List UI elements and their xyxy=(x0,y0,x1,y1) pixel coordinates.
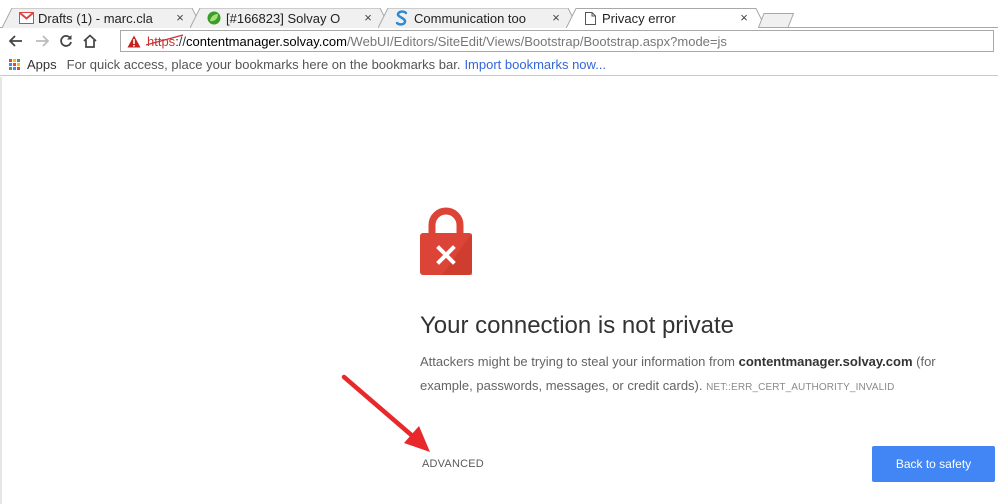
home-icon[interactable] xyxy=(80,31,100,51)
tab-gmail[interactable]: Drafts (1) - marc.cla × xyxy=(2,8,202,28)
url-scheme: https xyxy=(145,34,184,49)
tab-close-icon[interactable]: × xyxy=(362,11,374,25)
red-lock-icon xyxy=(420,207,472,275)
strikethrough-icon xyxy=(145,33,184,46)
back-icon[interactable] xyxy=(6,31,26,51)
bookmarks-bar: Apps For quick access, place your bookma… xyxy=(0,54,998,76)
leaf-icon xyxy=(206,10,222,26)
tab-close-icon[interactable]: × xyxy=(738,11,750,25)
s-logo-icon xyxy=(394,10,410,26)
error-description: Attackers might be trying to steal your … xyxy=(420,354,936,393)
page-title: Your connection is not private xyxy=(420,312,734,339)
error-code-link[interactable]: NET::ERR_CERT_AUTHORITY_INVALID xyxy=(706,382,894,393)
url-path: /WebUI/Editors/SiteEdit/Views/Bootstrap/… xyxy=(346,33,727,49)
warning-triangle-icon[interactable] xyxy=(127,35,141,48)
tab-solvay-online[interactable]: [#166823] Solvay O × xyxy=(190,8,390,28)
privacy-error-page: Your connection is not private Attackers… xyxy=(0,77,998,504)
page-icon xyxy=(582,10,598,26)
new-tab-button[interactable] xyxy=(758,13,794,28)
tab-close-icon[interactable]: × xyxy=(174,11,186,25)
tab-communication-tool[interactable]: Communication too × xyxy=(378,8,578,28)
toolbar: https://contentmanager.solvay.com/WebUI/… xyxy=(0,28,998,54)
advanced-link[interactable]: ADVANCED xyxy=(422,458,484,470)
url-text: https://contentmanager.solvay.com/WebUI/… xyxy=(145,33,727,49)
apps-grid-icon[interactable] xyxy=(9,58,21,71)
reload-icon[interactable] xyxy=(56,31,76,51)
url-host: contentmanager.solvay.com xyxy=(186,33,347,49)
tab-close-icon[interactable]: × xyxy=(550,11,562,25)
tab-title: Privacy error xyxy=(602,10,676,26)
back-to-safety-button[interactable]: Back to safety xyxy=(872,446,995,482)
tab-strip: Drafts (1) - marc.cla × [#166823] Solvay… xyxy=(0,0,998,29)
tab-privacy-error[interactable]: Privacy error × xyxy=(566,8,766,29)
site-domain: contentmanager.solvay.com xyxy=(738,354,913,369)
import-bookmarks-link[interactable]: Import bookmarks now... xyxy=(464,57,606,72)
bookmarks-hint: For quick access, place your bookmarks h… xyxy=(66,57,461,72)
forward-icon[interactable] xyxy=(32,31,52,51)
address-bar[interactable]: https://contentmanager.solvay.com/WebUI/… xyxy=(120,30,994,52)
gmail-icon xyxy=(18,10,34,26)
annotation-arrow-icon xyxy=(341,374,430,452)
apps-shortcut[interactable]: Apps xyxy=(27,57,57,72)
